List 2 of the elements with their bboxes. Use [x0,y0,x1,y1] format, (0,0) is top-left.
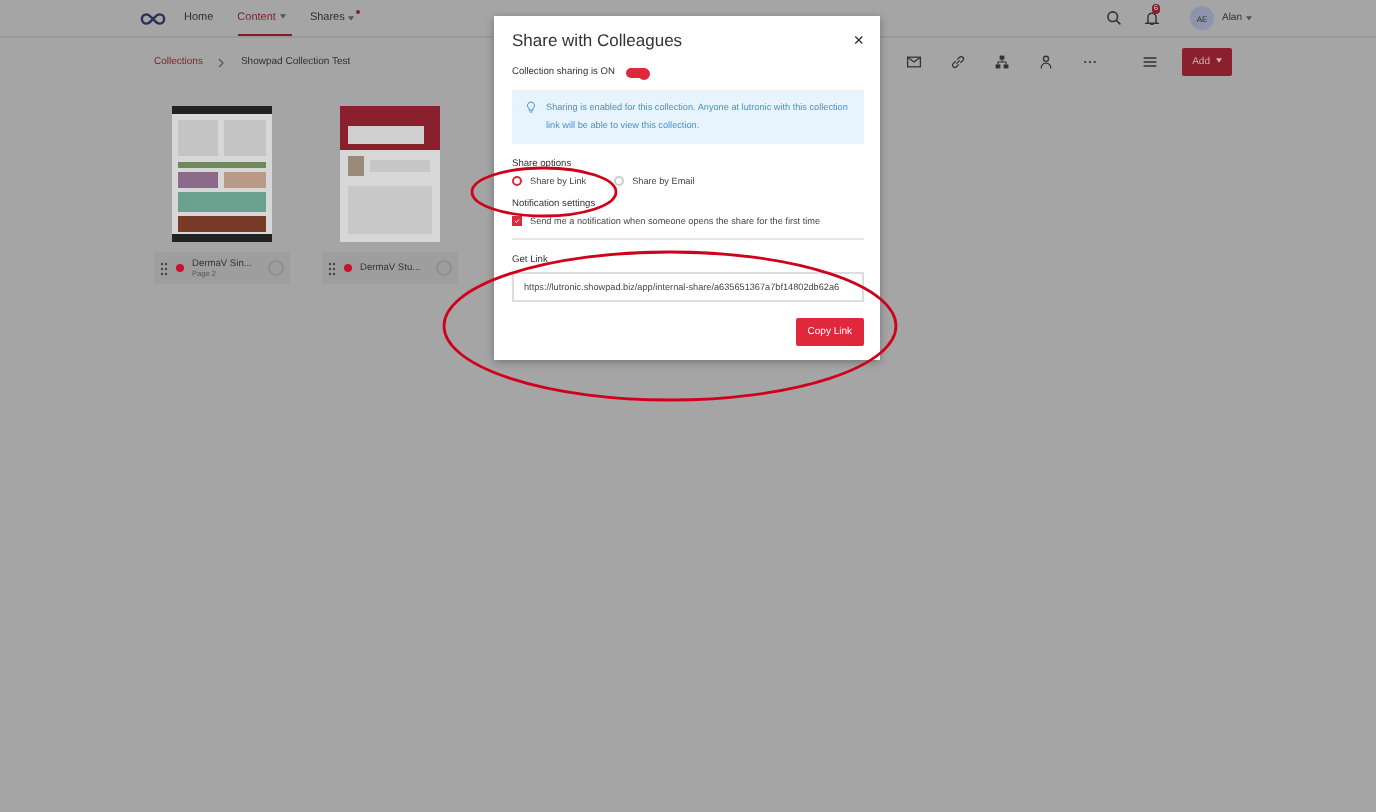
close-button[interactable]: × [853,32,864,48]
dialog-title: Share with Colleagues [512,30,683,50]
